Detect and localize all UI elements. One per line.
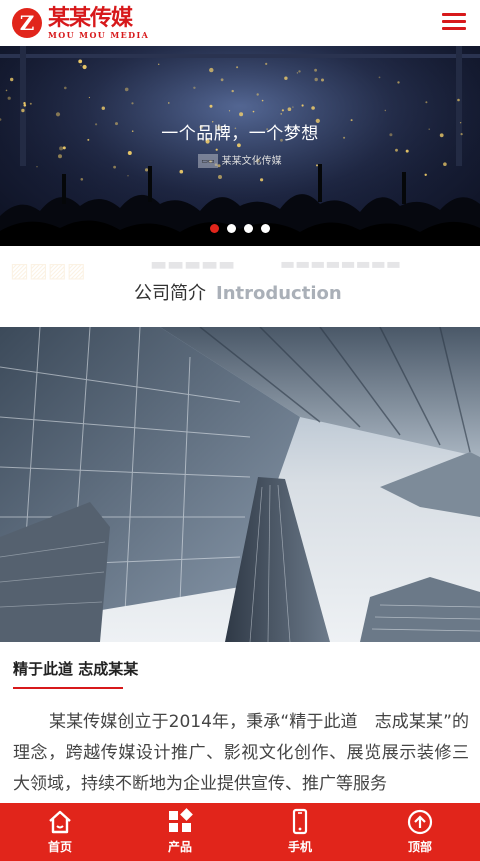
section-title-en: Introduction [216,283,342,304]
intro-title: 精于此道 志成某某 [13,660,139,678]
carousel-dot-1[interactable] [210,224,219,233]
bottom-nav-bar: 首页 产品 手机 顶部 [0,803,480,861]
company-intro: 精于此道 志成某某 某某传媒创立于2014年，秉承“精于此道 志成某某”的理念，… [0,643,480,803]
company-building-image[interactable] [0,327,480,642]
top-header: Z 某某传媒 MOU MOU MEDIA [0,0,480,46]
intro-title-underline [13,687,123,689]
section-heading-area: ▨▨▨▨ ▬▬▬▬▬ ▬▬▬▬▬▬▬▬ 公司简介 Introduction [0,246,480,326]
carousel-dot-4[interactable] [261,224,270,233]
watermark-decoration: ▨▨▨▨ [10,258,86,282]
section-title: 公司简介 Introduction [134,282,342,306]
logo-name-en: MOU MOU MEDIA [48,29,150,40]
nav-label-phone: 手机 [287,840,312,854]
carousel-dot-2[interactable] [227,224,236,233]
section-title-cn: 公司简介 [134,283,206,304]
skyscraper-illustration [0,327,480,642]
arrow-up-icon [407,809,433,835]
grid-icon [169,808,193,832]
hero-banner[interactable]: 一个品牌，一个梦想 ▭▭ 某某文化传媒 [0,46,480,246]
nav-label-home: 首页 [47,840,72,854]
phone-icon [292,808,308,835]
watermark-decoration: ▬▬▬▬▬▬▬▬ [280,254,401,273]
nav-item-products[interactable]: 产品 [120,803,240,861]
logo-name-cn: 某某传媒 [48,4,133,31]
logo-text: 某某传媒 MOU MOU MEDIA [48,7,149,40]
carousel-dots [0,224,480,233]
concert-crowd-image [0,46,480,246]
nav-item-phone[interactable]: 手机 [240,803,360,861]
nav-item-top[interactable]: 顶部 [360,803,480,861]
banner-subtitle-row: ▭▭ 某某文化传媒 [0,154,480,169]
home-icon [49,810,71,834]
intro-text: 某某传媒创立于2014年，秉承“精于此道 志成某某”的理念，跨越传媒设计推广、影… [13,712,469,794]
watermark-decoration: ▬▬▬▬▬ [150,254,236,275]
banner-tag-logo-icon: ▭▭ [198,154,218,168]
nav-item-home[interactable]: 首页 [0,803,120,861]
logo-mark-letter: Z [19,11,35,35]
hamburger-menu-icon[interactable] [440,9,468,35]
banner-subtitle: 某某文化传媒 [221,156,282,167]
carousel-dot-3[interactable] [244,224,253,233]
logo-mark-icon: Z [12,8,42,38]
nav-label-top: 顶部 [407,840,432,854]
site-logo[interactable]: Z 某某传媒 MOU MOU MEDIA [12,5,149,41]
nav-label-products: 产品 [167,840,192,854]
banner-title: 一个品牌，一个梦想 [161,124,319,144]
